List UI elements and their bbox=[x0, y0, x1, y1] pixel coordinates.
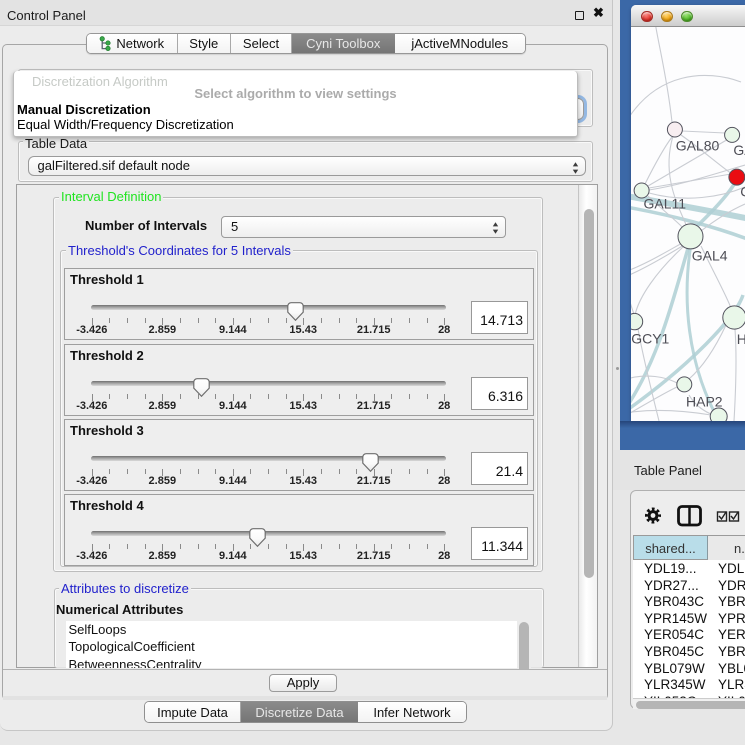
svg-text:GAL4: GAL4 bbox=[692, 248, 728, 264]
svg-text:H: H bbox=[737, 331, 745, 347]
svg-text:GCY1: GCY1 bbox=[631, 331, 669, 347]
svg-text:GAL11: GAL11 bbox=[644, 196, 687, 212]
svg-text:HAP2: HAP2 bbox=[686, 394, 723, 410]
svg-text:C: C bbox=[740, 184, 745, 200]
svg-text:GA: GA bbox=[733, 142, 745, 158]
svg-text:GAL80: GAL80 bbox=[676, 137, 720, 153]
